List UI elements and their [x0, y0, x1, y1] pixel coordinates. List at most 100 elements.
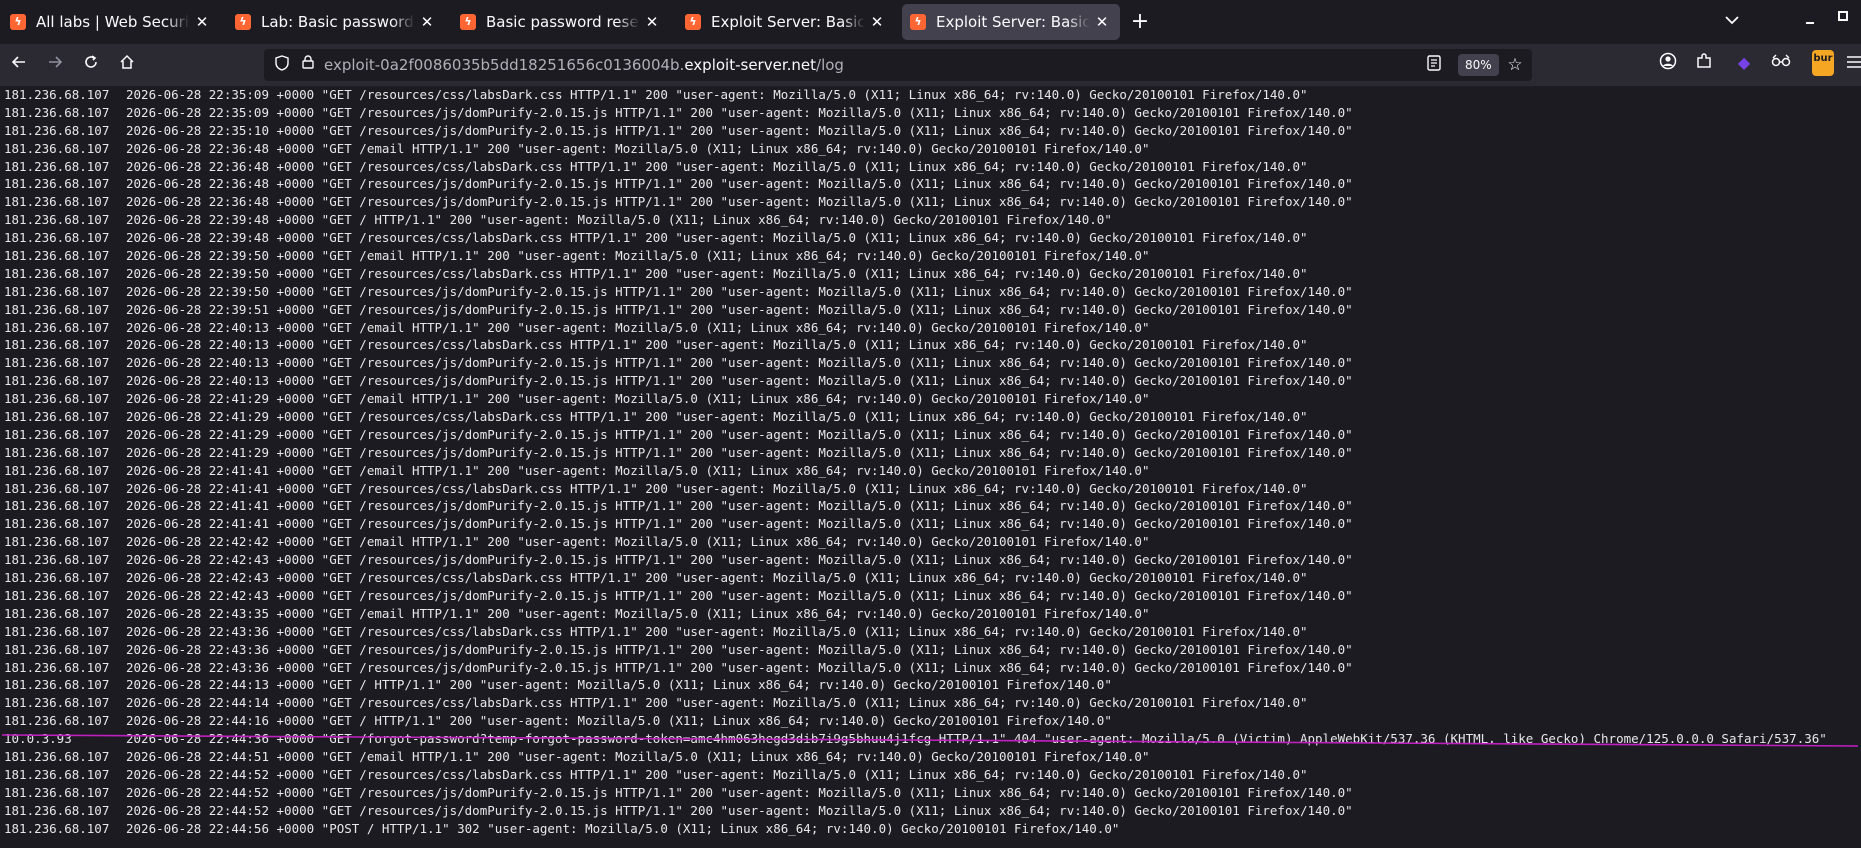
address-bar[interactable]: exploit-0a2f0086035b5dd18251656c0136004b… — [264, 49, 1532, 81]
reload-icon — [85, 55, 97, 68]
extension-diamond-icon[interactable]: ◆ — [1733, 52, 1755, 74]
log-ip: 181.236.68.107 — [4, 480, 110, 496]
log-entry: 181.236.68.107 2026-06-28 22:35:09 +0000 … — [0, 104, 1861, 122]
zoom-level-badge[interactable]: 80% — [1458, 54, 1499, 76]
log-request: 2026-06-28 22:42:43 +0000 "GET /resource… — [126, 570, 1308, 586]
log-entry: 181.236.68.107 2026-06-28 22:42:43 +0000 … — [0, 569, 1861, 587]
tab-lab-site[interactable]: ϟ Basic password reset poisoning ✕ — [452, 4, 670, 40]
extensions-puzzle-icon[interactable] — [1692, 52, 1716, 76]
log-ip: 181.236.68.107 — [4, 283, 110, 299]
log-request: 2026-06-28 22:43:35 +0000 "GET /email HT… — [126, 605, 1150, 621]
log-ip: 181.236.68.107 — [4, 748, 110, 764]
tracking-protection-shield-icon[interactable] — [272, 55, 292, 75]
log-entry: 181.236.68.107 2026-06-28 22:44:52 +0000 … — [0, 802, 1861, 820]
log-ip: 181.236.68.107 — [4, 104, 110, 120]
log-ip: 181.236.68.107 — [4, 230, 110, 246]
log-entry: 181.236.68.107 2026-06-28 22:39:50 +0000 … — [0, 283, 1861, 301]
burp-extension-icon[interactable]: bur — [1812, 50, 1834, 76]
log-entry: 181.236.68.107 2026-06-28 22:39:48 +0000 … — [0, 211, 1861, 229]
log-entry: 181.236.68.107 2026-06-28 22:43:36 +0000 … — [0, 641, 1861, 659]
log-ip: 181.236.68.107 — [4, 605, 110, 621]
portswigger-favicon-icon: ϟ — [235, 14, 251, 30]
log-ip: 181.236.68.107 — [4, 158, 110, 174]
maximize-icon — [1838, 11, 1848, 21]
close-icon[interactable]: ✕ — [419, 13, 435, 31]
burp-label: bur — [1813, 53, 1833, 64]
maximize-window-button[interactable] — [1833, 10, 1853, 34]
log-ip: 181.236.68.107 — [4, 444, 110, 460]
log-request: 2026-06-28 22:44:52 +0000 "GET /resource… — [126, 802, 1353, 818]
log-request: 2026-06-28 22:42:42 +0000 "GET /email HT… — [126, 534, 1150, 550]
log-request: 2026-06-28 22:39:50 +0000 "GET /email HT… — [126, 248, 1150, 264]
log-entry: 181.236.68.107 2026-06-28 22:36:48 +0000 … — [0, 140, 1861, 158]
reader-view-icon[interactable] — [1424, 55, 1444, 75]
log-request: 2026-06-28 22:44:14 +0000 "GET /resource… — [126, 695, 1308, 711]
close-icon[interactable]: ✕ — [1094, 13, 1110, 31]
log-ip: 181.236.68.107 — [4, 265, 110, 281]
extension-glasses-icon[interactable] — [1769, 52, 1793, 76]
log-ip: 181.236.68.107 — [4, 319, 110, 335]
log-entry: 181.236.68.107 2026-06-28 22:41:29 +0000 … — [0, 390, 1861, 408]
log-ip: 181.236.68.107 — [4, 641, 110, 657]
minimize-icon — [1806, 22, 1814, 24]
close-icon[interactable]: ✕ — [869, 13, 885, 31]
log-request: 2026-06-28 22:41:29 +0000 "GET /resource… — [126, 409, 1308, 425]
log-entry: 181.236.68.107 2026-06-28 22:44:51 +0000 … — [0, 748, 1861, 766]
reload-button[interactable] — [77, 51, 105, 79]
tab-title: Basic password reset poisoning — [486, 13, 640, 31]
log-entry: 181.236.68.107 2026-06-28 22:40:13 +0000 … — [0, 372, 1861, 390]
log-entry: 181.236.68.107 2026-06-28 22:43:36 +0000 … — [0, 623, 1861, 641]
log-entry: 181.236.68.107 2026-06-28 22:41:29 +0000 … — [0, 426, 1861, 444]
log-entry: 181.236.68.107 2026-06-28 22:42:43 +0000 … — [0, 587, 1861, 605]
url-text[interactable]: exploit-0a2f0086035b5dd18251656c0136004b… — [324, 56, 844, 74]
lock-icon[interactable] — [298, 55, 318, 75]
tab-exploit-server-log[interactable]: ϟ Exploit Server: Basic password reset p… — [902, 4, 1120, 40]
list-all-tabs-button[interactable] — [1720, 10, 1744, 34]
back-arrow-icon — [11, 56, 25, 68]
tab-all-labs[interactable]: ϟ All labs | Web Security Academy ✕ — [2, 4, 220, 40]
log-request: 2026-06-28 22:35:09 +0000 "GET /resource… — [126, 104, 1353, 120]
navigation-toolbar: exploit-0a2f0086035b5dd18251656c0136004b… — [0, 44, 1861, 86]
log-request: 2026-06-28 22:35:09 +0000 "GET /resource… — [126, 87, 1308, 102]
account-icon[interactable] — [1656, 52, 1680, 76]
log-entry: 10.0.3.93 2026-06-28 22:44:36 +0000 "GET … — [0, 730, 1861, 748]
log-ip: 181.236.68.107 — [4, 194, 110, 210]
log-request: 2026-06-28 22:39:48 +0000 "GET /resource… — [126, 230, 1308, 246]
back-button[interactable] — [5, 51, 33, 79]
log-request: 2026-06-28 22:40:13 +0000 "GET /resource… — [126, 355, 1353, 371]
log-ip: 181.236.68.107 — [4, 695, 110, 711]
log-ip: 181.236.68.107 — [4, 462, 110, 478]
log-request: 2026-06-28 22:36:48 +0000 "GET /email HT… — [126, 140, 1150, 156]
tab-title: Lab: Basic password reset poisoning — [261, 13, 415, 31]
log-ip: 181.236.68.107 — [4, 570, 110, 586]
close-icon[interactable]: ✕ — [194, 13, 210, 31]
log-ip: 181.236.68.107 — [4, 337, 110, 353]
log-ip: 10.0.3.93 — [4, 731, 72, 747]
url-domain: exploit-server.net — [684, 56, 817, 74]
log-entry: 181.236.68.107 2026-06-28 22:41:41 +0000 … — [0, 462, 1861, 480]
access-log: 181.236.68.107 2026-06-28 22:35:09 +0000 … — [0, 86, 1861, 848]
log-request: 2026-06-28 22:41:41 +0000 "GET /resource… — [126, 498, 1353, 514]
close-icon[interactable]: ✕ — [644, 13, 660, 31]
tab-exploit-server[interactable]: ϟ Exploit Server: Basic password reset p… — [677, 4, 895, 40]
log-request: 2026-06-28 22:42:43 +0000 "GET /resource… — [126, 587, 1353, 603]
log-ip: 181.236.68.107 — [4, 122, 110, 138]
log-entry: 181.236.68.107 2026-06-28 22:44:16 +0000 … — [0, 712, 1861, 730]
log-request: 2026-06-28 22:44:52 +0000 "GET /resource… — [126, 784, 1353, 800]
log-ip: 181.236.68.107 — [4, 373, 110, 389]
log-entry: 181.236.68.107 2026-06-28 22:41:41 +0000 … — [0, 480, 1861, 498]
log-ip: 181.236.68.107 — [4, 713, 110, 729]
log-ip: 181.236.68.107 — [4, 659, 110, 675]
forward-button[interactable] — [41, 51, 69, 79]
home-button[interactable] — [113, 51, 141, 79]
log-request: 2026-06-28 22:41:29 +0000 "GET /resource… — [126, 444, 1353, 460]
forward-arrow-icon — [49, 56, 63, 68]
bookmark-star-icon[interactable]: ☆ — [1504, 54, 1526, 76]
log-entry: 181.236.68.107 2026-06-28 22:44:52 +0000 … — [0, 784, 1861, 802]
menu-icon[interactable] — [1846, 52, 1861, 76]
minimize-window-button[interactable] — [1800, 10, 1820, 34]
log-ip: 181.236.68.107 — [4, 623, 110, 639]
tab-lab[interactable]: ϟ Lab: Basic password reset poisoning ✕ — [227, 4, 445, 40]
log-ip: 181.236.68.107 — [4, 391, 110, 407]
new-tab-button[interactable]: + — [1126, 8, 1154, 36]
